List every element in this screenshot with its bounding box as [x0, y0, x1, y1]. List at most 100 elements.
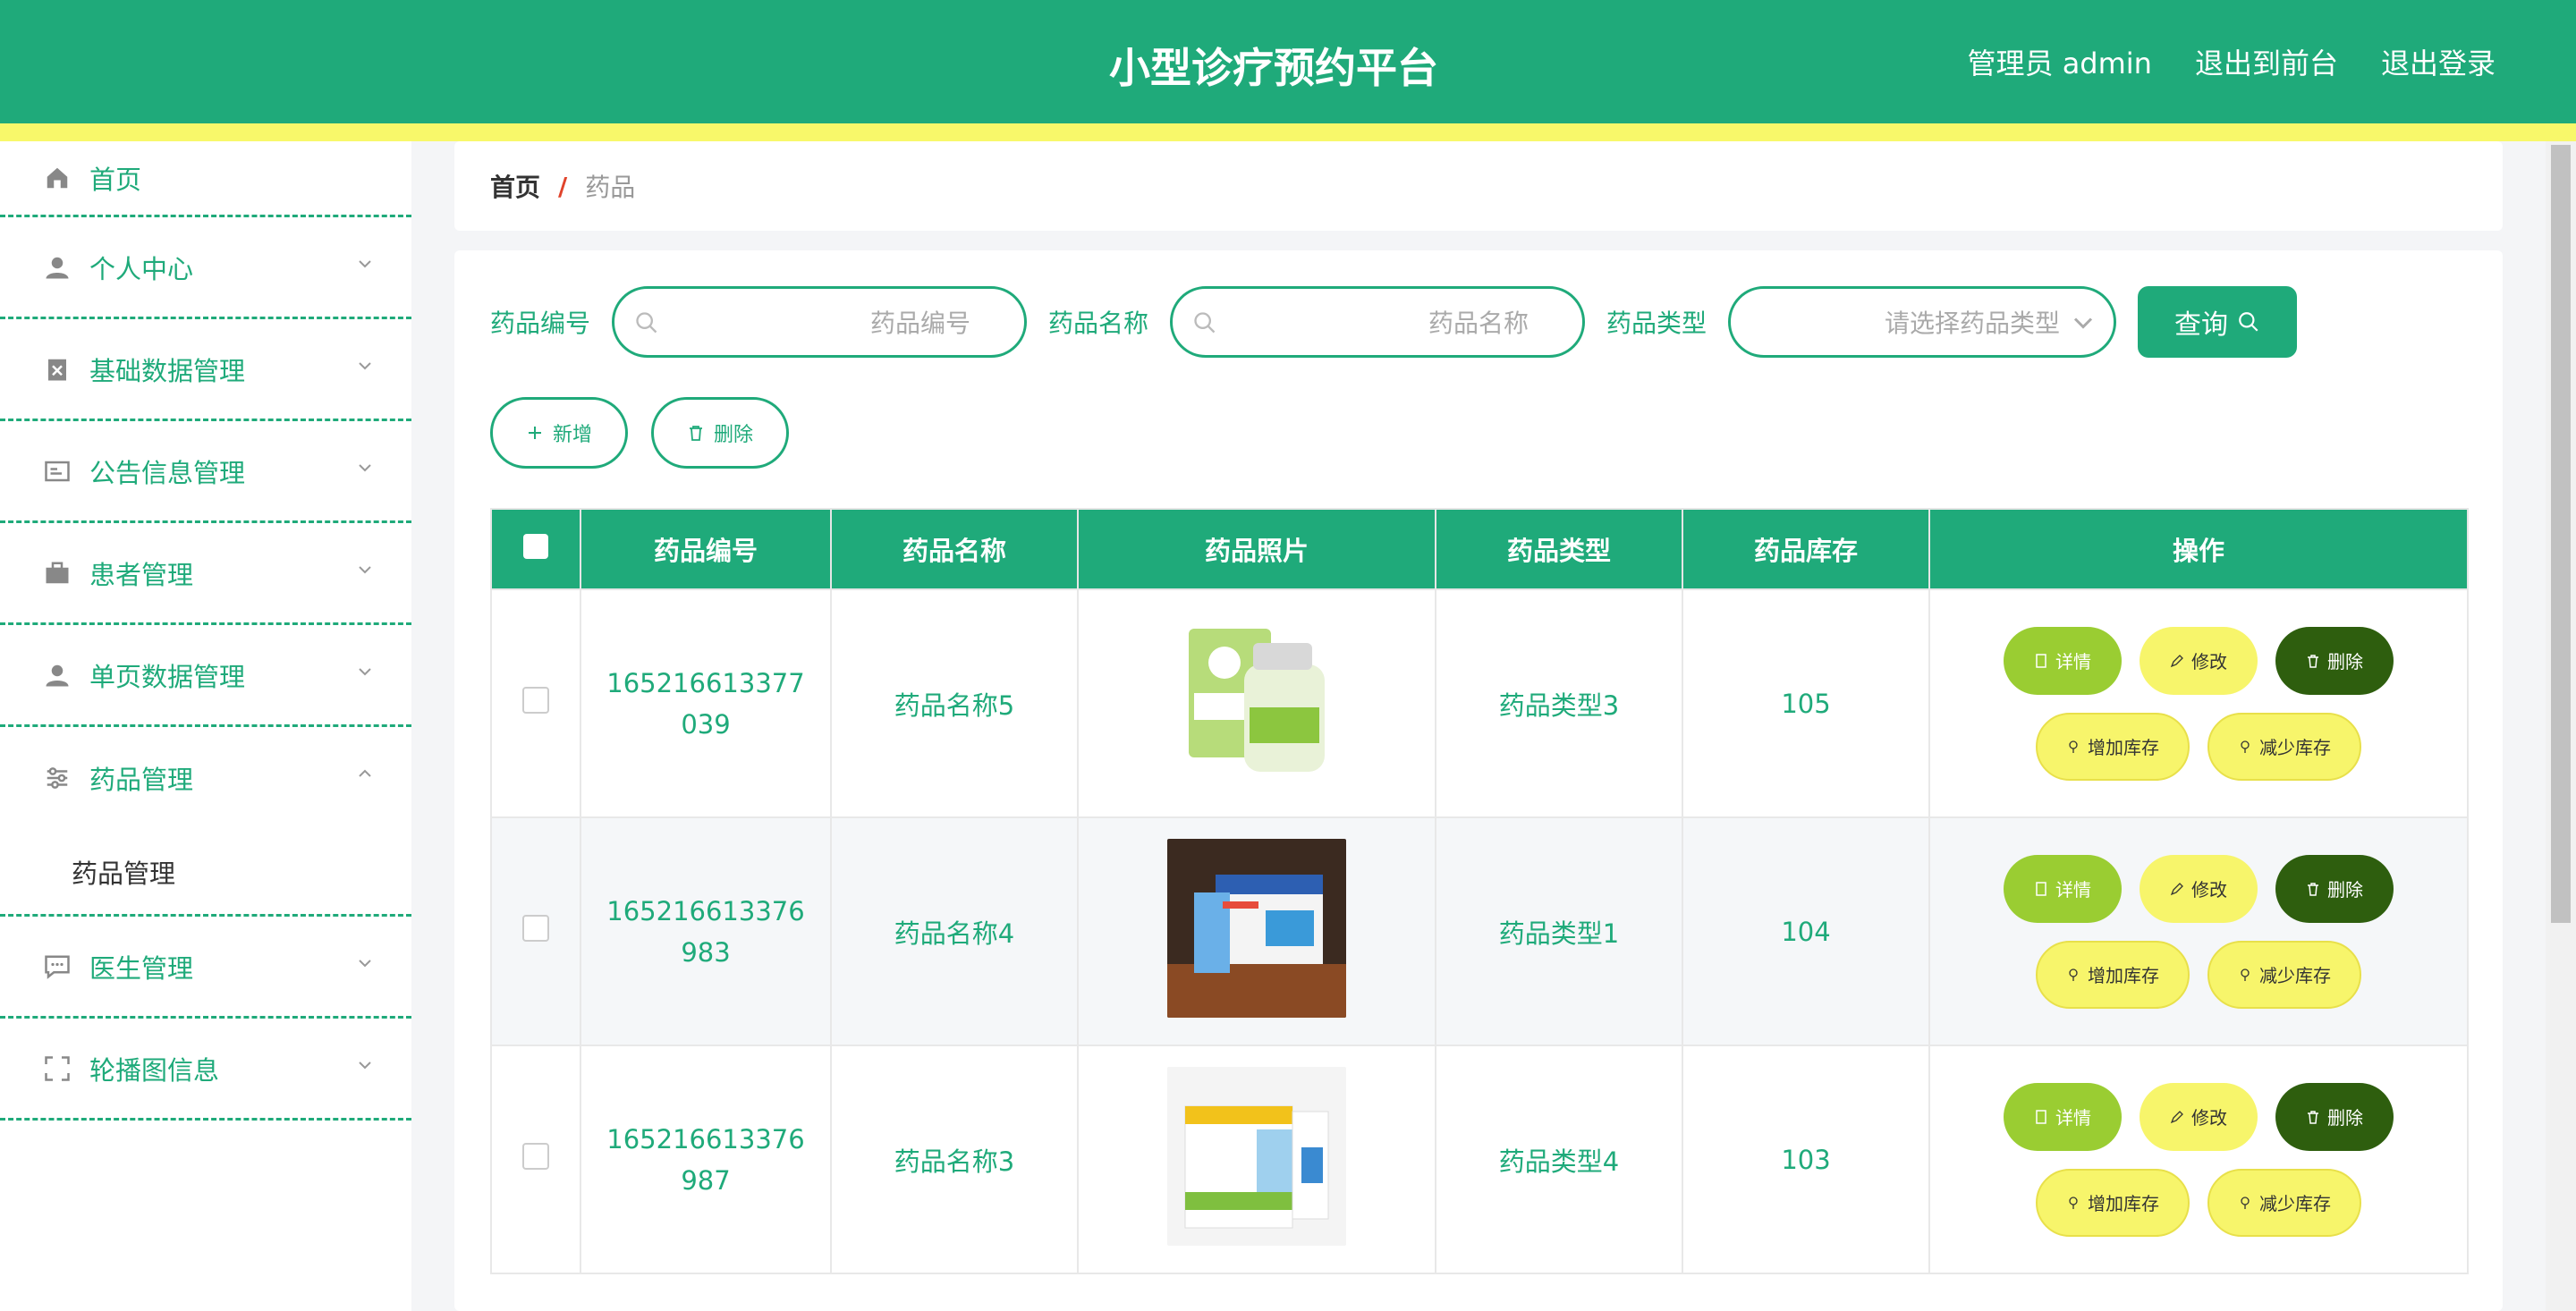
detail-button[interactable]: 详情: [2004, 854, 2122, 923]
medicine-code: 165216613376987: [606, 1123, 805, 1196]
decrease-label: 减少库存: [2259, 737, 2331, 758]
medicine-stock: 105: [1682, 588, 1930, 818]
row-checkbox[interactable]: [522, 1143, 549, 1170]
pin-icon: [2069, 1196, 2078, 1209]
decrease-stock-button[interactable]: 减少库存: [2207, 712, 2361, 781]
search-icon: [2239, 312, 2258, 332]
medicine-type: 药品类型4: [1435, 1045, 1683, 1274]
query-button[interactable]: 查询: [2138, 286, 2298, 358]
column-header: 药品编号: [580, 508, 832, 590]
type-placeholder: 请选择药品类型: [1885, 309, 2061, 338]
decrease-stock-button[interactable]: 减少库存: [2207, 940, 2361, 1009]
pin-icon: [2241, 1196, 2250, 1209]
medicine-name: 药品名称5: [830, 588, 1079, 818]
delete-button[interactable]: 删除: [2275, 1082, 2394, 1151]
column-header: 操作: [1928, 508, 2469, 590]
edit-button[interactable]: 修改: [2140, 626, 2258, 695]
sidebar-item-medicine[interactable]: 药品管理: [0, 727, 411, 829]
batch-delete-button[interactable]: 删除: [651, 397, 789, 469]
add-label: 新增: [552, 424, 592, 446]
sidebar-item-basic-data[interactable]: 基础数据管理: [0, 319, 411, 421]
chevron-down-icon: [359, 566, 371, 574]
main-content: 药品编号 药品编号 药品名称 药品名称 药品类型 请选择药品类型 查询 新增 删…: [454, 250, 2503, 1311]
breadcrumb-home[interactable]: 首页: [490, 168, 540, 204]
sidebar-item-carousel[interactable]: 轮播图信息: [0, 1019, 411, 1121]
increase-stock-button[interactable]: 增加库存: [2036, 1168, 2190, 1237]
row-actions: 详情 修改 删除 增加库存 减少库存: [1931, 854, 2466, 1009]
name-label: 药品名称: [1048, 309, 1149, 338]
medicine-table: 药品编号 药品名称 药品照片 药品类型 药品库存 操作 165216613377…: [490, 508, 2469, 1274]
chevron-down-icon: [359, 960, 371, 968]
pin-icon: [2241, 740, 2250, 753]
select-all-checkbox[interactable]: [523, 533, 548, 559]
header-stripe: [0, 123, 2576, 141]
table-row: 165216613376987 药品名称3 药品类型4 103 详情 修改 删除…: [490, 1045, 2469, 1274]
notice-icon: [43, 457, 72, 486]
delete-label: 删除: [2327, 1107, 2363, 1129]
sidebar-item-label: 医生管理: [89, 952, 194, 984]
top-header: 小型诊疗预约平台 管理员 admin 退出到前台 退出登录: [0, 0, 2576, 123]
pencil-icon: [2170, 654, 2183, 667]
user-icon: [43, 253, 72, 282]
frame-icon: [43, 1054, 72, 1083]
delete-label: 删除: [2327, 879, 2363, 901]
admin-user-link[interactable]: 管理员 admin: [1968, 41, 2152, 82]
name-search-input[interactable]: 药品名称: [1170, 286, 1586, 358]
decrease-label: 减少库存: [2259, 965, 2331, 986]
sidebar-item-notice[interactable]: 公告信息管理: [0, 421, 411, 523]
detail-button[interactable]: 详情: [2004, 1082, 2122, 1151]
decrease-label: 减少库存: [2259, 1193, 2331, 1214]
sidebar-subitem-medicine-manage[interactable]: 药品管理: [0, 829, 411, 917]
pin-icon: [2069, 740, 2078, 753]
name-placeholder: 药品名称: [1428, 309, 1530, 338]
chevron-up-icon: [359, 769, 371, 777]
increase-stock-button[interactable]: 增加库存: [2036, 940, 2190, 1009]
sidebar-item-label: 首页: [89, 165, 142, 195]
delete-label: 删除: [713, 424, 753, 446]
front-page-link[interactable]: 退出到前台: [2195, 41, 2338, 82]
user-icon: [43, 661, 72, 689]
delete-button[interactable]: 删除: [2275, 626, 2394, 695]
sidebar-item-label: 轮播图信息: [89, 1054, 220, 1086]
breadcrumb-separator: /: [558, 171, 568, 201]
document-icon: [2036, 1109, 2046, 1124]
scrollbar-thumb[interactable]: [2551, 145, 2571, 923]
type-select[interactable]: 请选择药品类型: [1728, 286, 2117, 358]
detail-button[interactable]: 详情: [2004, 626, 2122, 695]
sidebar-item-doctor[interactable]: 医生管理: [0, 917, 411, 1019]
detail-label: 详情: [2055, 879, 2091, 901]
logout-link[interactable]: 退出登录: [2381, 41, 2496, 82]
edit-label: 修改: [2191, 879, 2227, 901]
medicine-photo: [1167, 839, 1346, 1018]
sidebar-item-single-page[interactable]: 单页数据管理: [0, 625, 411, 727]
medicine-type: 药品类型1: [1435, 816, 1683, 1046]
page-scrollbar[interactable]: [2546, 141, 2576, 1311]
chevron-down-icon: [359, 668, 371, 676]
medicine-photo: [1167, 1067, 1346, 1246]
clipboard-icon: [43, 355, 72, 384]
code-placeholder: 药品编号: [870, 309, 971, 338]
medicine-name: 药品名称3: [830, 1045, 1079, 1274]
edit-button[interactable]: 修改: [2140, 854, 2258, 923]
trash-icon: [2308, 654, 2318, 668]
increase-stock-button[interactable]: 增加库存: [2036, 712, 2190, 781]
top-links: 管理员 admin 退出到前台 退出登录: [1968, 41, 2496, 82]
sidebar-item-label: 个人中心: [89, 253, 194, 284]
chat-icon: [43, 952, 72, 981]
increase-label: 增加库存: [2088, 965, 2159, 986]
sidebar-item-personal[interactable]: 个人中心: [0, 217, 411, 319]
decrease-stock-button[interactable]: 减少库存: [2207, 1168, 2361, 1237]
edit-button[interactable]: 修改: [2140, 1082, 2258, 1151]
chevron-down-icon: [2073, 317, 2093, 329]
sidebar-item-patient[interactable]: 患者管理: [0, 523, 411, 625]
row-checkbox[interactable]: [522, 687, 549, 714]
code-search-input[interactable]: 药品编号: [612, 286, 1028, 358]
delete-button[interactable]: 删除: [2275, 854, 2394, 923]
chevron-down-icon: [359, 362, 371, 370]
row-checkbox[interactable]: [522, 915, 549, 942]
sidebar-item-home[interactable]: 首页: [0, 141, 411, 217]
select-all-checkbox-cell[interactable]: [490, 508, 581, 590]
add-button[interactable]: 新增: [490, 397, 628, 469]
medicine-stock: 104: [1682, 816, 1930, 1046]
breadcrumb-current: 药品: [585, 173, 636, 202]
